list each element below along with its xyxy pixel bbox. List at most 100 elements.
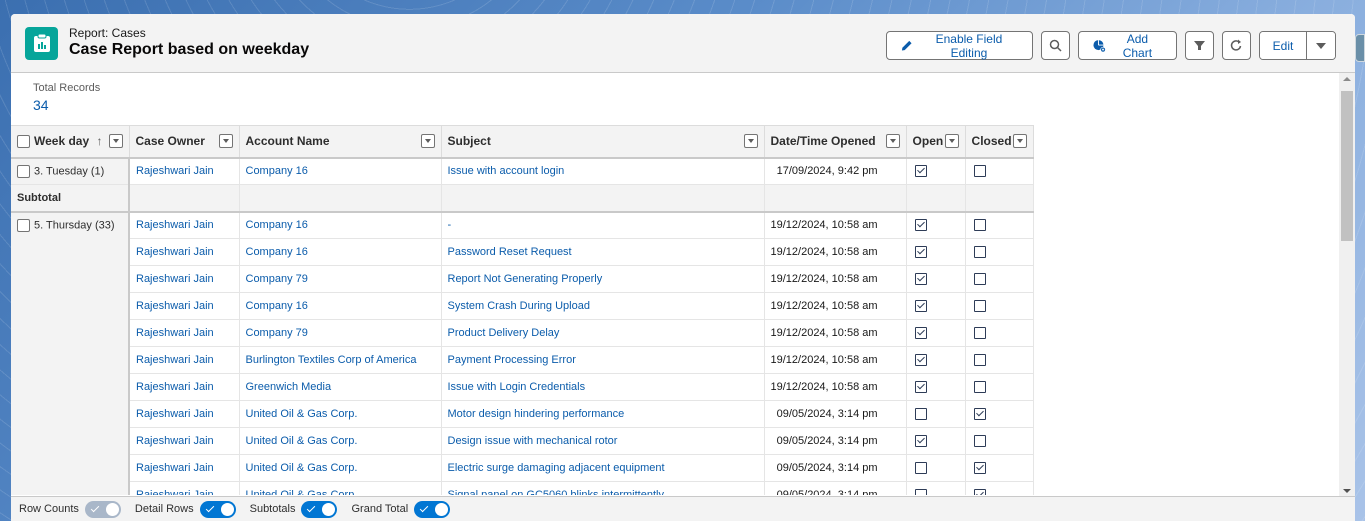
column-header-closed[interactable]: Closed	[965, 125, 1034, 159]
column-menu-button[interactable]	[108, 134, 123, 148]
group-checkbox[interactable]	[17, 218, 30, 232]
scroll-thumb[interactable]	[1341, 91, 1353, 241]
toggle-switch[interactable]	[199, 500, 236, 518]
case-owner-link[interactable]: Rajeshwari Jain	[129, 238, 240, 266]
case-owner-link[interactable]: Rajeshwari Jain	[129, 454, 240, 482]
report-header: Report: Cases Case Report based on weekd…	[11, 14, 1355, 73]
case-owner-link[interactable]: Rajeshwari Jain	[129, 373, 240, 401]
select-all-checkbox[interactable]	[17, 135, 30, 149]
report-grid: Week day ↑ Case Owner Account Name Subje…	[11, 125, 1339, 495]
subject-link[interactable]: Signal panel on GC5060 blinks intermitte…	[441, 481, 765, 495]
subject-link[interactable]: -	[441, 211, 765, 239]
column-header-week-day[interactable]: Week day ↑	[11, 125, 130, 159]
case-owner-link[interactable]: Rajeshwari Jain	[129, 319, 240, 347]
side-panel-handle[interactable]	[1355, 34, 1365, 62]
table-row: Rajeshwari Jain United Oil & Gas Corp. Des…	[11, 427, 1034, 455]
account-name-link[interactable]: Company 16	[239, 211, 442, 239]
subject-link[interactable]: Product Delivery Delay	[441, 319, 765, 347]
column-header-open[interactable]: Open	[906, 125, 966, 159]
toggle-switch[interactable]	[301, 500, 338, 518]
scroll-up-arrow[interactable]	[1343, 77, 1351, 81]
column-header-subject[interactable]: Subject	[441, 125, 765, 159]
column-menu-button[interactable]	[1012, 134, 1027, 148]
toggle-switch[interactable]	[84, 500, 121, 518]
date-opened: 19/12/2024, 10:58 am	[764, 373, 907, 401]
filter-button[interactable]	[1185, 31, 1214, 60]
account-name-link[interactable]: Company 16	[239, 238, 442, 266]
closed-cell	[965, 481, 1034, 495]
case-owner-link[interactable]: Rajeshwari Jain	[129, 292, 240, 320]
total-records-label: Total Records	[33, 82, 101, 94]
account-name-link[interactable]: United Oil & Gas Corp.	[239, 427, 442, 455]
date-opened: 19/12/2024, 10:58 am	[764, 265, 907, 293]
subject-link[interactable]: System Crash During Upload	[441, 292, 765, 320]
subject-link[interactable]: Motor design hindering performance	[441, 400, 765, 428]
date-opened: 19/12/2024, 10:58 am	[764, 346, 907, 374]
toggle-subtotals[interactable]: Subtotals	[250, 500, 338, 518]
subject-link[interactable]: Design issue with mechanical rotor	[441, 427, 765, 455]
closed-checkbox	[973, 408, 986, 421]
account-name-link[interactable]: United Oil & Gas Corp.	[239, 454, 442, 482]
case-owner-link[interactable]: Rajeshwari Jain	[129, 211, 240, 239]
edit-more-button[interactable]	[1307, 32, 1335, 59]
account-name-link[interactable]: Greenwich Media	[239, 373, 442, 401]
vertical-scrollbar[interactable]	[1339, 73, 1355, 497]
subject-link[interactable]: Electric surge damaging adjacent equipme…	[441, 454, 765, 482]
subject-link[interactable]: Password Reset Request	[441, 238, 765, 266]
closed-cell	[965, 319, 1034, 347]
account-name-link[interactable]: Company 16	[239, 292, 442, 320]
column-menu-button[interactable]	[885, 134, 900, 148]
case-owner-link[interactable]: Rajeshwari Jain	[129, 157, 240, 185]
subject-link[interactable]: Payment Processing Error	[441, 346, 765, 374]
case-owner-link[interactable]: Rajeshwari Jain	[129, 346, 240, 374]
open-checkbox	[914, 165, 927, 178]
column-header-case-owner[interactable]: Case Owner	[129, 125, 240, 159]
add-chart-button[interactable]: Add Chart	[1078, 31, 1177, 60]
closed-cell	[965, 454, 1034, 482]
account-name-link[interactable]: United Oil & Gas Corp.	[239, 400, 442, 428]
toggle-switch[interactable]	[414, 500, 451, 518]
group-checkbox[interactable]	[17, 164, 30, 178]
subject-link[interactable]: Issue with account login	[441, 157, 765, 185]
toggle-detail-rows[interactable]: Detail Rows	[134, 500, 236, 518]
refresh-button[interactable]	[1222, 31, 1251, 60]
closed-checkbox	[973, 462, 986, 475]
toggle-knob	[322, 502, 336, 516]
sort-ascending-icon: ↑	[96, 134, 103, 149]
open-checkbox	[914, 300, 927, 313]
search-button[interactable]	[1041, 31, 1070, 60]
account-name-link[interactable]: Company 79	[239, 319, 442, 347]
chevron-down-icon	[1316, 42, 1326, 49]
account-name-link[interactable]: United Oil & Gas Corp.	[239, 481, 442, 495]
case-owner-link[interactable]: Rajeshwari Jain	[129, 481, 240, 495]
toggle-row-counts[interactable]: Row Counts	[19, 500, 121, 518]
report-icon	[25, 26, 58, 60]
column-menu-button[interactable]	[420, 134, 435, 148]
search-icon	[1049, 39, 1062, 52]
enable-field-editing-button[interactable]: Enable Field Editing	[886, 31, 1033, 60]
column-menu-button[interactable]	[218, 134, 233, 148]
column-header-account-name[interactable]: Account Name	[239, 125, 442, 159]
column-menu-button[interactable]	[944, 134, 959, 148]
account-name-link[interactable]: Company 16	[239, 157, 442, 185]
scroll-down-arrow[interactable]	[1343, 489, 1351, 493]
table-row: Rajeshwari Jain Company 79 Product Deliver…	[11, 319, 1034, 347]
date-opened: 17/09/2024, 9:42 pm	[764, 157, 907, 185]
table-row: Rajeshwari Jain Burlington Textiles Corp …	[11, 346, 1034, 374]
open-checkbox	[914, 273, 927, 286]
edit-button[interactable]: Edit	[1260, 32, 1307, 59]
subject-link[interactable]: Report Not Generating Properly	[441, 265, 765, 293]
account-name-link[interactable]: Burlington Textiles Corp of America	[239, 346, 442, 374]
account-name-link[interactable]: Company 79	[239, 265, 442, 293]
case-owner-link[interactable]: Rajeshwari Jain	[129, 427, 240, 455]
subject-link[interactable]: Issue with Login Credentials	[441, 373, 765, 401]
toggle-grand-total[interactable]: Grand Total	[351, 500, 451, 518]
date-opened: 19/12/2024, 10:58 am	[764, 211, 907, 239]
column-menu-button[interactable]	[743, 134, 758, 148]
case-owner-link[interactable]: Rajeshwari Jain	[129, 265, 240, 293]
column-header-date-opened[interactable]: Date/Time Opened	[764, 125, 907, 159]
toggle-label: Detail Rows	[134, 503, 194, 515]
case-owner-link[interactable]: Rajeshwari Jain	[129, 400, 240, 428]
subtotal-label: Subtotal	[11, 184, 130, 213]
group-cell: 3. Tuesday (1)	[11, 157, 130, 185]
